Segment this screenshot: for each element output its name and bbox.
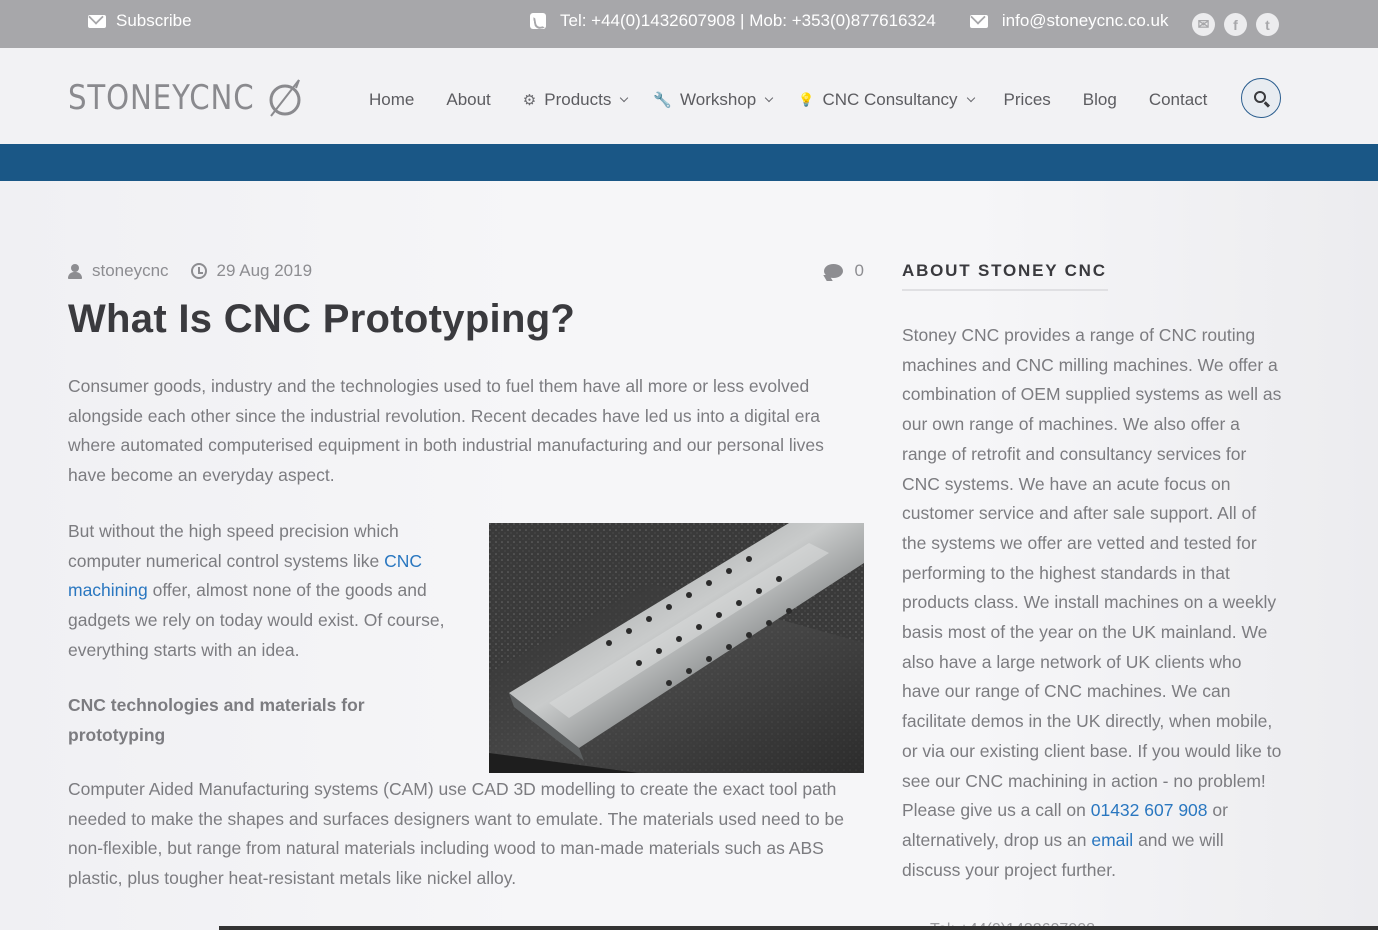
nav-label: About	[446, 90, 491, 109]
nav-label: Home	[369, 90, 415, 109]
wrench-icon: 🔧	[653, 92, 673, 109]
post-meta: stoneycnc 29 Aug 2019 0	[68, 261, 864, 281]
comment-icon	[823, 264, 843, 278]
nav-label: Contact	[1148, 90, 1208, 109]
comments-link[interactable]: 0	[823, 261, 864, 281]
search-icon	[1254, 91, 1266, 103]
site-header: STONEYCNC Home About ⚙ Products 🔧 Workshop…	[0, 48, 1378, 144]
envelope-icon	[969, 14, 988, 28]
comment-count: 0	[854, 261, 864, 280]
nav-blog[interactable]: Blog	[1083, 90, 1117, 110]
post-subheading: CNC technologies and materials for proto…	[68, 695, 365, 745]
chevron-down-icon	[966, 93, 975, 103]
phone-text: Tel: +44(0)1432607908 | Mob: +353(0)8776…	[560, 11, 936, 30]
nav-label: Blog	[1082, 90, 1117, 109]
main-content: stoneycnc 29 Aug 2019 0 What Is CNC Prot…	[0, 181, 1378, 930]
sidebar-title: ABOUT STONEY CNC	[902, 261, 1107, 280]
envelope-icon	[88, 14, 106, 28]
subscribe-link[interactable]: Subscribe	[88, 11, 192, 31]
post-paragraph: But without the high speed precision whi…	[68, 517, 458, 666]
social-links: ✉ f t	[1192, 13, 1279, 36]
text: But without the high speed precision whi…	[68, 521, 399, 571]
subscribe-label: Subscribe	[116, 11, 192, 30]
logo-mark-icon	[269, 79, 301, 117]
nav-label: Workshop	[680, 90, 757, 109]
post-date: 29 Aug 2019	[216, 261, 313, 280]
clock-icon	[190, 263, 207, 279]
sidebar-divider	[902, 289, 1108, 291]
nav-workshop[interactable]: 🔧 Workshop	[653, 90, 774, 110]
nav-label: Prices	[1003, 90, 1051, 109]
logo-text: STONEYCNC	[68, 78, 255, 118]
sidebar-about-text: Stoney CNC provides a range of CNC routi…	[902, 321, 1282, 885]
user-icon	[68, 263, 82, 279]
bottom-bar	[219, 926, 1378, 930]
phone-link[interactable]: 01432 607 908	[1091, 800, 1208, 820]
post-paragraph: Computer Aided Manufacturing systems (CA…	[68, 779, 844, 889]
contact-info: Tel: +44(0)1432607908 | Mob: +353(0)8776…	[530, 11, 1168, 31]
nav-home[interactable]: Home	[369, 90, 414, 110]
chevron-down-icon	[620, 93, 629, 103]
gear-icon: ⚙	[522, 92, 537, 109]
nav-products[interactable]: ⚙ Products	[522, 90, 629, 110]
header-banner	[0, 144, 1378, 181]
post-author[interactable]: stoneycnc	[92, 261, 169, 281]
top-bar: Subscribe Tel: +44(0)1432607908 | Mob: +…	[0, 0, 1378, 48]
main-nav: Home About ⚙ Products 🔧 Workshop 💡 CNC Cons…	[369, 90, 1207, 110]
cnc-machined-part-image	[489, 523, 864, 773]
nav-prices[interactable]: Prices	[1004, 90, 1051, 110]
email-icon[interactable]: ✉	[1192, 13, 1215, 36]
search-button[interactable]	[1241, 78, 1281, 118]
facebook-icon[interactable]: f	[1224, 13, 1247, 36]
phone-icon	[530, 13, 546, 29]
nav-label: CNC Consultancy	[822, 90, 958, 109]
nav-label: Products	[544, 90, 612, 109]
site-logo[interactable]: STONEYCNC	[68, 76, 305, 120]
lightbulb-icon: 💡	[798, 92, 815, 107]
nav-about[interactable]: About	[446, 90, 490, 110]
post-paragraph: Consumer goods, industry and the technol…	[68, 376, 824, 486]
nav-contact[interactable]: Contact	[1149, 90, 1208, 110]
chevron-down-icon	[765, 93, 774, 103]
post-title: What Is CNC Prototyping?	[68, 297, 576, 341]
text: Stoney CNC provides a range of CNC routi…	[902, 325, 1282, 821]
email-link[interactable]: email	[1091, 830, 1133, 850]
nav-cnc-consultancy[interactable]: 💡 CNC Consultancy	[798, 90, 975, 110]
email-link[interactable]: info@stoneycnc.co.uk	[1002, 11, 1169, 31]
twitter-icon[interactable]: t	[1256, 13, 1279, 36]
